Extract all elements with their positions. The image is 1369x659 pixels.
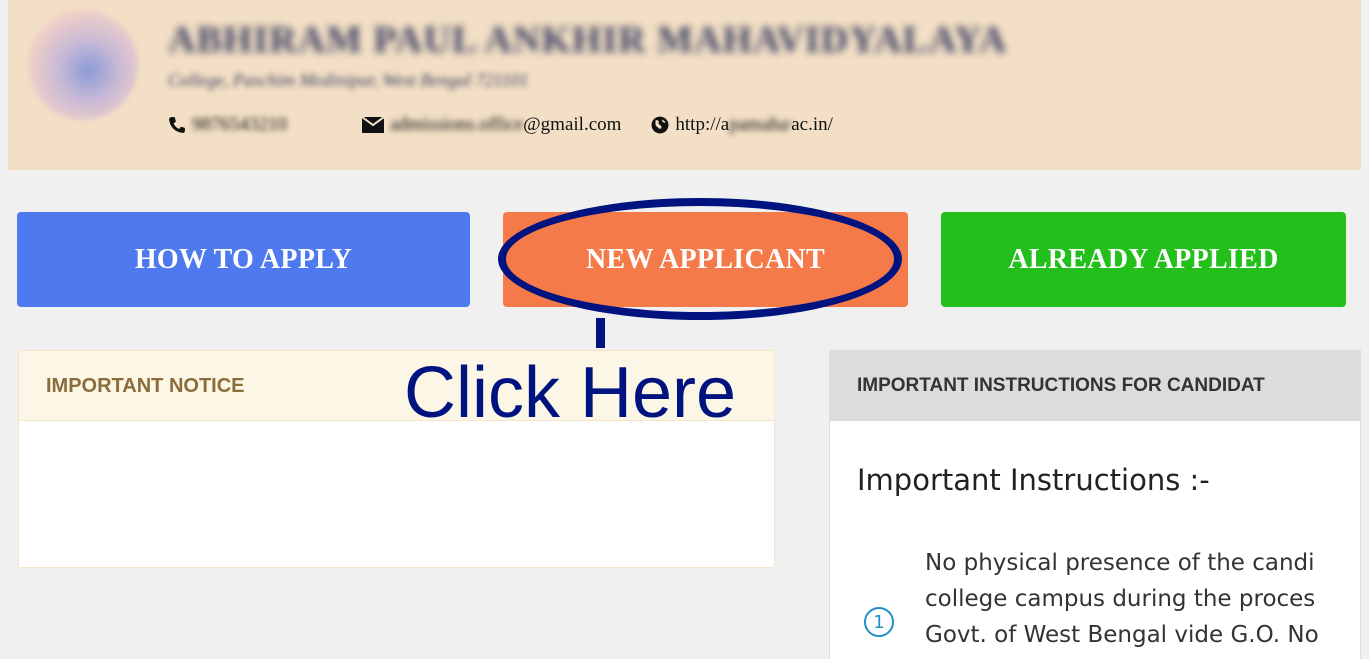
website-prefix: http://a bbox=[675, 114, 730, 135]
instructions-panel: IMPORTANT INSTRUCTIONS FOR CANDIDAT Impo… bbox=[829, 350, 1361, 659]
instruction-line: college campus during the proces bbox=[925, 586, 1316, 612]
college-address: College, Paschim Medinipur, West Bengal … bbox=[168, 70, 529, 90]
website-suffix: ac.in/ bbox=[791, 114, 833, 135]
instruction-number-badge: 1 bbox=[864, 607, 894, 637]
globe-icon bbox=[651, 116, 669, 134]
envelope-icon bbox=[362, 117, 384, 133]
college-logo bbox=[28, 10, 138, 120]
college-name: ABHIRAM PAUL ANKHIR MAHAVIDYALAYA bbox=[168, 19, 1008, 61]
instruction-line: No physical presence of the candi bbox=[925, 550, 1315, 576]
already-applied-button[interactable]: ALREADY APPLIED bbox=[941, 212, 1346, 307]
annotation-click-here: Click Here bbox=[404, 353, 737, 433]
how-to-apply-button[interactable]: HOW TO APPLY bbox=[17, 212, 470, 307]
email-suffix: @gmail.com bbox=[523, 114, 622, 135]
site-header: ABHIRAM PAUL ANKHIR MAHAVIDYALAYA Colleg… bbox=[8, 0, 1361, 170]
instruction-item-text: No physical presence of the candi colleg… bbox=[925, 545, 1360, 653]
instruction-line: Govt. of West Bengal vide G.O. No bbox=[925, 622, 1319, 648]
annotation-pointer-line bbox=[596, 318, 605, 348]
instructions-header: IMPORTANT INSTRUCTIONS FOR CANDIDAT bbox=[830, 351, 1360, 421]
phone-icon bbox=[169, 117, 185, 133]
instructions-title: Important Instructions :- bbox=[857, 463, 1210, 497]
new-applicant-button[interactable]: NEW APPLICANT bbox=[503, 212, 908, 307]
contact-row: 9876543210 admissions.office@gmail.com h… bbox=[168, 114, 833, 136]
website-masked: pamahavidyalaya bbox=[729, 114, 792, 135]
email-prefix: admissions.office bbox=[390, 114, 524, 135]
phone-number: 9876543210 bbox=[192, 114, 287, 135]
website-link[interactable]: http://apamahavidyalayaac.in/ bbox=[675, 114, 833, 136]
email-link[interactable]: admissions.office@gmail.com bbox=[390, 114, 621, 136]
